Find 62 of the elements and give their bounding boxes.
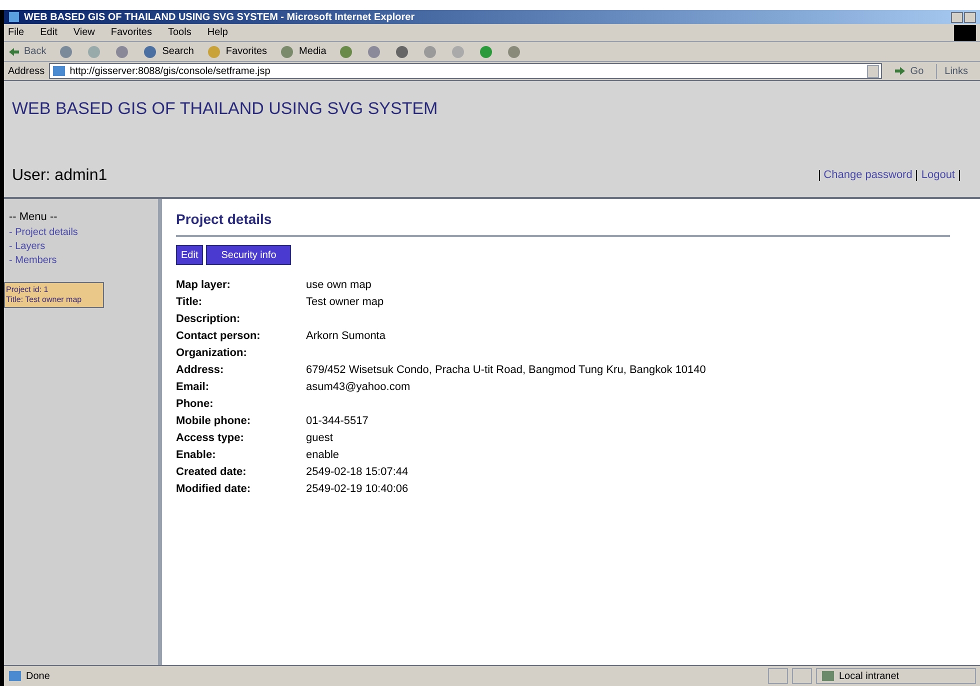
field-value: 01-344-5517 — [306, 414, 370, 429]
media-button[interactable]: Media — [279, 44, 326, 60]
zone-text: Local intranet — [839, 670, 900, 684]
menu-item[interactable]: Tools — [168, 25, 192, 40]
maximize-button[interactable] — [964, 12, 976, 22]
info-text: Project id: 1 — [6, 284, 50, 294]
status-text: Done — [26, 670, 51, 684]
field-value: 2549-02-19 10:40:06 — [306, 482, 410, 497]
header-link[interactable]: Logout — [921, 167, 955, 184]
address-field[interactable]: http://gisserver:8088/gis/console/setframe.jsp — [48, 63, 882, 79]
field-label: Organization: — [176, 346, 248, 361]
field-label: Created date: — [176, 465, 248, 480]
browser-icon — [8, 11, 20, 23]
back-button[interactable]: Back — [8, 44, 46, 59]
field-value: 2549-02-18 15:07:44 — [306, 465, 410, 480]
field-value: use own map — [306, 278, 372, 293]
field-value: 679/452 Wisetsuk Condo, Pracha U-tit Road, Bangmod Tung Kru, Bangkok 10140 — [306, 363, 707, 378]
field-value: guest — [306, 431, 334, 446]
field-value: asum43@yahoo.com — [306, 380, 412, 395]
menu-item[interactable]: Edit — [40, 25, 58, 40]
field-label: Email: — [176, 380, 210, 395]
go-button[interactable]: Go — [886, 64, 932, 78]
search-button[interactable]: Search — [142, 44, 194, 60]
field-label: Map layer: — [176, 278, 232, 293]
back-arrow-icon — [8, 46, 20, 56]
field-label: Access type: — [176, 431, 245, 446]
favorites-button[interactable]: Favorites — [206, 44, 268, 60]
menu-item[interactable]: Favorites — [110, 25, 152, 40]
field-value: Arkorn Sumonta — [306, 329, 386, 344]
page-title: WEB BASED GIS OF THAILAND USING SVG SYSTEM — [12, 98, 439, 120]
links-button[interactable]: Links — [936, 64, 976, 78]
field-label: Enable: — [176, 448, 217, 463]
menu-item[interactable]: View — [73, 25, 95, 40]
address-label: Address — [8, 64, 45, 78]
page-icon — [52, 66, 65, 76]
field-value: Test owner map — [306, 295, 385, 310]
menu-item[interactable]: File — [8, 25, 24, 40]
status-pane — [768, 668, 788, 684]
field-label: Mobile phone: — [176, 414, 252, 429]
field-label: Phone: — [176, 397, 214, 412]
user-label: User: admin1 — [12, 166, 108, 186]
status-pane — [792, 668, 812, 684]
field-label: Address: — [176, 363, 225, 378]
action-button[interactable]: Security info — [206, 245, 292, 265]
go-arrow-icon — [894, 66, 906, 76]
window-title: WEB BASED GIS OF THAILAND USING SVG SYSTEM - Microsoft Internet Explorer — [24, 10, 416, 24]
field-label: Modified date: — [176, 482, 252, 497]
page-icon — [9, 671, 21, 681]
menu-heading: -- Menu -- — [9, 210, 58, 225]
header-link[interactable]: Change password — [824, 167, 912, 184]
field-label: Contact person: — [176, 329, 262, 344]
sidebar-link[interactable]: - Members — [9, 254, 153, 268]
field-label: Title: — [176, 295, 204, 310]
minimize-button[interactable] — [951, 12, 963, 22]
field-label: Description: — [176, 312, 242, 327]
sidebar-link[interactable]: - Project details — [9, 226, 153, 240]
sidebar-link[interactable]: - Layers — [9, 240, 153, 254]
section-heading: Project details — [176, 210, 273, 229]
menu-item[interactable]: Help — [207, 25, 228, 40]
action-button[interactable]: Edit — [176, 245, 204, 265]
field-value: enable — [306, 448, 340, 463]
info-text: Title: Test owner map — [6, 294, 83, 304]
